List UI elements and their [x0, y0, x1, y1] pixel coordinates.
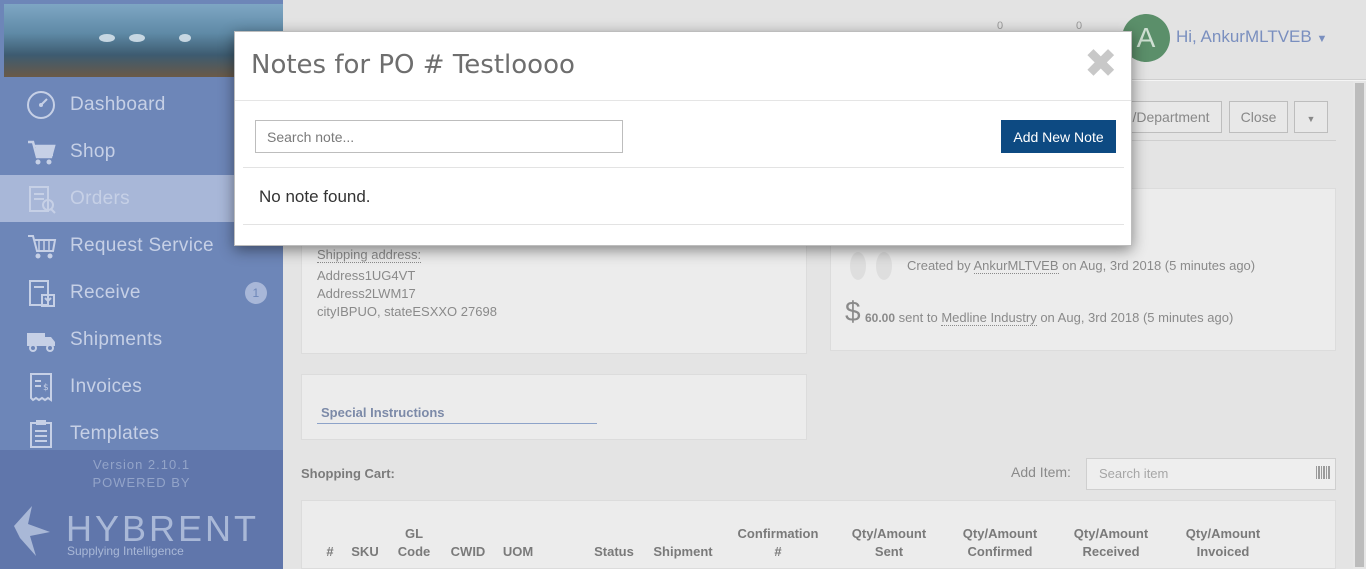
sent-prefix: sent to: [898, 310, 938, 325]
sidebar-item-label: Receive: [70, 281, 141, 303]
receive-count-badge: 1: [245, 282, 267, 304]
column-header-qty-invoiced: Qty/Amount Invoiced: [1185, 526, 1261, 559]
column-header-sku: SKU: [351, 544, 379, 559]
orders-icon: [24, 182, 58, 216]
vendor-link[interactable]: Medline Industry: [941, 310, 1037, 326]
modal-title: Notes for PO # Testloooo: [251, 50, 575, 80]
add-new-note-button[interactable]: Add New Note: [1001, 120, 1116, 153]
department-button[interactable]: /Department: [1120, 101, 1222, 133]
templates-icon: [24, 417, 58, 451]
svg-text:$: $: [43, 383, 49, 393]
column-header-uom: UOM: [502, 544, 534, 559]
notes-modal: Notes for PO # Testloooo ✖ Add New Note …: [234, 31, 1132, 246]
search-item-input[interactable]: Search item: [1086, 458, 1336, 490]
invoice-icon: $: [24, 370, 58, 404]
truck-icon: [24, 323, 58, 357]
column-header-shipment: Shipment: [653, 544, 713, 559]
sidebar-item-label: Dashboard: [70, 93, 166, 115]
special-instructions-tab[interactable]: Special Instructions: [321, 405, 445, 420]
modal-header: Notes for PO # Testloooo ✖: [235, 32, 1131, 101]
created-user-link[interactable]: AnkurMLTVEB: [973, 258, 1059, 274]
created-prefix: Created by: [907, 258, 971, 273]
dashboard-icon: [24, 88, 58, 122]
divider: [243, 167, 1124, 168]
caret-down-icon: ▼: [1316, 33, 1328, 45]
powered-by-text: POWERED BY: [92, 475, 191, 490]
amount-value: 60.00: [865, 311, 896, 325]
barcode-icon[interactable]: [1316, 466, 1330, 479]
shipping-line1: Address1UG4VT: [317, 268, 416, 283]
receive-icon: [24, 276, 58, 310]
add-item-label: Add Item:: [1011, 464, 1071, 480]
hybrent-logo-icon: [14, 506, 50, 556]
column-header-cwid: CWID: [450, 544, 486, 559]
version-text: Version 2.10.1: [92, 457, 191, 472]
divider: [243, 224, 1124, 225]
shipping-line2: Address2LWM17: [317, 286, 416, 301]
column-header-number: #: [326, 544, 334, 559]
scrollbar[interactable]: [1353, 81, 1366, 569]
dollar-icon: $: [845, 296, 861, 327]
user-menu[interactable]: Hi, AnkurMLTVEB ▼: [1176, 27, 1327, 47]
empty-notes-message: No note found.: [259, 187, 371, 206]
caret-down-icon: ▼: [1306, 114, 1316, 124]
column-header-gl-code: GL Code: [397, 526, 431, 559]
column-header-confirmation: Confirmation #: [737, 526, 819, 559]
sidebar-item-receive[interactable]: Receive 1: [0, 269, 283, 316]
shipping-line3: cityIBPUO, stateESXXO 27698: [317, 304, 497, 319]
more-options-button[interactable]: ▼: [1294, 101, 1328, 133]
footprints-icon: [850, 252, 892, 280]
sidebar-item-label: Request Service: [70, 234, 214, 256]
user-greeting: Hi, AnkurMLTVEB: [1176, 27, 1312, 46]
created-suffix: on Aug, 3rd 2018 (5 minutes ago): [1062, 258, 1256, 273]
sidebar-item-label: Shipments: [70, 328, 163, 350]
column-header-status: Status: [594, 544, 634, 559]
close-order-button[interactable]: Close: [1229, 101, 1288, 133]
close-icon[interactable]: ✖: [1084, 44, 1118, 84]
sidebar-item-shipments[interactable]: Shipments: [0, 316, 283, 363]
column-header-qty-received: Qty/Amount Received: [1073, 526, 1149, 559]
shipping-heading: Shipping address:: [317, 247, 422, 263]
sent-suffix: on Aug, 3rd 2018 (5 minutes ago): [1040, 310, 1234, 325]
sidebar-item-invoices[interactable]: $ Invoices: [0, 363, 283, 410]
search-note-input[interactable]: [255, 120, 623, 153]
cart-icon: [24, 135, 58, 169]
sidebar-item-label: Invoices: [70, 375, 143, 397]
request-service-icon: [24, 229, 58, 263]
sent-line: 60.00 sent to Medline Industry on Aug, 3…: [865, 310, 1234, 326]
column-header-qty-sent: Qty/Amount Sent: [851, 526, 927, 559]
column-header-qty-confirmed: Qty/Amount Confirmed: [962, 526, 1038, 559]
sidebar-item-label: Shop: [70, 140, 116, 162]
brand-tagline: Supplying Intelligence: [67, 544, 184, 558]
created-line: Created by AnkurMLTVEB on Aug, 3rd 2018 …: [907, 258, 1256, 274]
sidebar-item-label: Templates: [70, 422, 160, 444]
sidebar-footer: Version 2.10.1 POWERED BY HYBRENT Supply…: [0, 450, 283, 569]
sidebar-item-label: Orders: [70, 187, 130, 209]
shopping-cart-label: Shopping Cart:: [301, 466, 395, 481]
